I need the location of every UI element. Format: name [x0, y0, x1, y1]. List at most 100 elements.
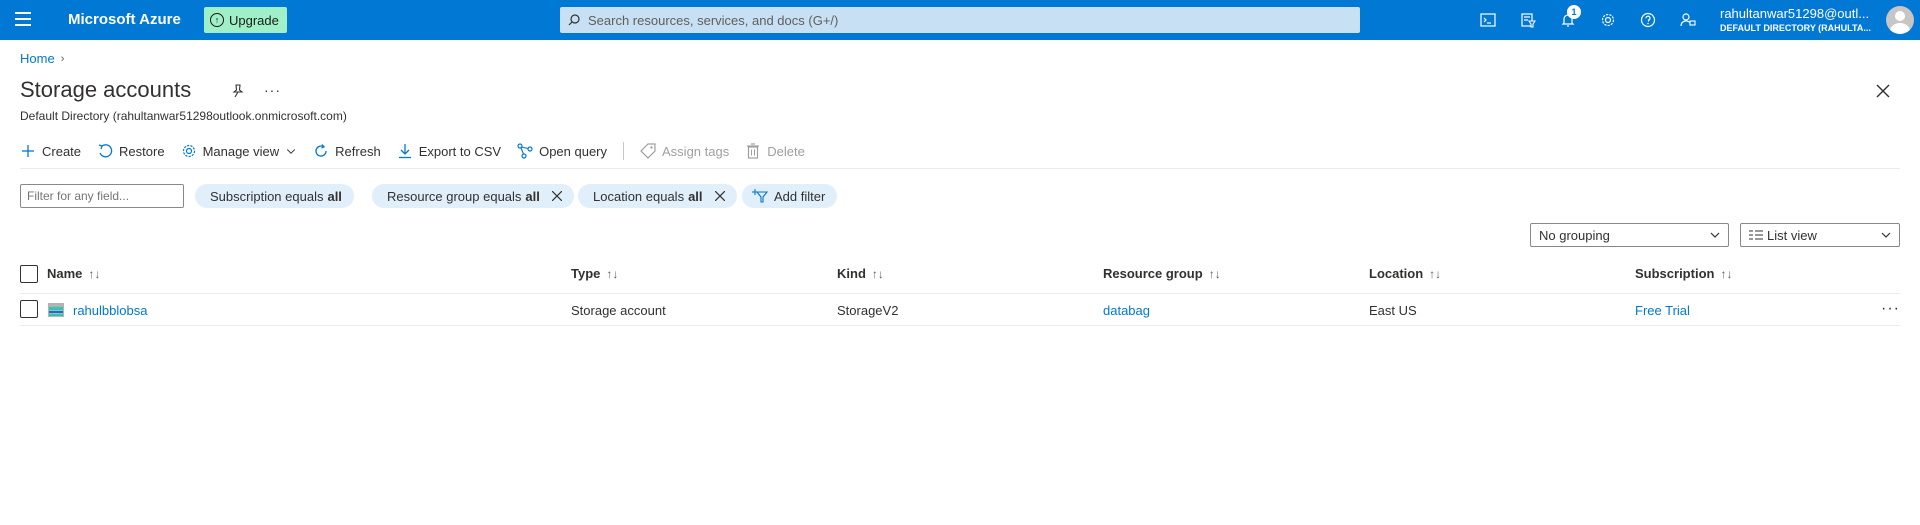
open-query-button[interactable]: Open query: [517, 143, 607, 159]
hamburger-icon[interactable]: [15, 12, 31, 28]
tag-icon: [640, 143, 656, 159]
more-options-icon[interactable]: ···: [264, 82, 281, 98]
column-location-label: Location: [1369, 266, 1424, 281]
toolbar-divider: [623, 142, 625, 160]
column-header-kind[interactable]: Kind ↑↓: [837, 266, 884, 281]
sort-icon: ↑↓: [606, 266, 619, 281]
brand-title[interactable]: Microsoft Azure: [68, 11, 181, 28]
row-subscription-link[interactable]: Free Trial: [1635, 303, 1690, 318]
upgrade-button[interactable]: ↑ Upgrade: [204, 7, 287, 33]
open-query-label: Open query: [539, 143, 608, 159]
manage-view-button[interactable]: Manage view: [181, 143, 298, 159]
chevron-down-icon: [1881, 232, 1891, 238]
notification-badge: 1: [1567, 5, 1581, 19]
create-label: Create: [42, 143, 82, 159]
resource-group-filter-pill[interactable]: Resource group equals all: [372, 184, 574, 208]
restore-label: Restore: [119, 143, 165, 159]
column-header-type[interactable]: Type ↑↓: [571, 266, 618, 281]
top-bar: Microsoft Azure ↑ Upgrade Search resourc…: [0, 0, 1920, 40]
grouping-select[interactable]: No grouping: [1530, 223, 1729, 247]
refresh-label: Refresh: [335, 143, 381, 159]
toolbar-separator-line: [20, 168, 1900, 169]
row-name-link[interactable]: rahulbblobsa: [73, 303, 147, 318]
column-name-label: Name: [47, 266, 83, 281]
view-mode-value: List view: [1767, 227, 1817, 243]
search-icon: [568, 14, 580, 26]
view-mode-select[interactable]: List view: [1740, 223, 1900, 247]
upgrade-label: Upgrade: [229, 12, 279, 28]
top-icons: 1: [1468, 0, 1708, 40]
select-all-checkbox[interactable]: [20, 265, 38, 283]
column-header-resource-group[interactable]: Resource group ↑↓: [1103, 266, 1221, 281]
subscription-filter-pill[interactable]: Subscription equals all: [195, 184, 354, 208]
close-icon[interactable]: [1876, 84, 1890, 98]
sort-icon: ↑↓: [871, 266, 884, 281]
add-filter-icon: [752, 189, 768, 203]
remove-filter-icon[interactable]: [551, 191, 562, 201]
resource-group-filter-prefix: Resource group equals: [387, 188, 522, 204]
table-header: Name ↑↓ Type ↑↓ Kind ↑↓ Resource group ↑…: [20, 262, 1900, 286]
resource-table: Name ↑↓ Type ↑↓ Kind ↑↓ Resource group ↑…: [20, 262, 1900, 326]
location-filter-value: all: [688, 188, 703, 204]
subscription-filter-prefix: Subscription equals: [210, 188, 324, 204]
arrow-up-icon: ↑: [210, 13, 224, 27]
restore-button[interactable]: Restore: [97, 143, 165, 159]
column-type-label: Type: [571, 266, 601, 281]
feedback-icon[interactable]: [1668, 0, 1708, 40]
column-header-subscription[interactable]: Subscription ↑↓: [1635, 266, 1732, 281]
pin-icon[interactable]: [231, 84, 245, 98]
create-button[interactable]: Create: [20, 143, 81, 159]
trash-icon: [747, 143, 760, 159]
column-subscription-label: Subscription: [1635, 266, 1715, 281]
refresh-button[interactable]: Refresh: [313, 143, 381, 159]
delete-button[interactable]: Delete: [745, 143, 805, 159]
avatar[interactable]: [1886, 6, 1914, 34]
undo-icon: [98, 144, 113, 158]
location-filter-pill[interactable]: Location equals all: [578, 184, 737, 208]
chevron-right-icon: ›: [60, 52, 65, 65]
column-resource-group-label: Resource group: [1103, 266, 1203, 281]
help-icon[interactable]: [1628, 0, 1668, 40]
table-row[interactable]: rahulbblobsa Storage account StorageV2 d…: [20, 293, 1900, 326]
add-filter-button[interactable]: Add filter: [742, 184, 838, 208]
account-directory: DEFAULT DIRECTORY (RAHULTA...: [1720, 23, 1871, 33]
manage-view-label: Manage view: [202, 143, 280, 159]
storage-account-icon: [48, 303, 64, 317]
row-resource-group-link[interactable]: databag: [1103, 303, 1150, 318]
export-csv-button[interactable]: Export to CSV: [397, 143, 501, 159]
row-location: East US: [1369, 303, 1417, 318]
download-icon: [398, 144, 411, 159]
cloud-shell-icon[interactable]: [1468, 0, 1508, 40]
refresh-icon: [315, 144, 327, 157]
add-filter-label: Add filter: [774, 188, 826, 204]
delete-label: Delete: [767, 143, 805, 159]
column-kind-label: Kind: [837, 266, 866, 281]
search-placeholder: Search resources, services, and docs (G+…: [588, 12, 839, 28]
query-icon: [517, 143, 533, 159]
row-checkbox[interactable]: [20, 300, 38, 318]
list-view-icon: [1749, 230, 1763, 240]
chevron-down-icon: [287, 149, 296, 154]
command-bar: Create Restore Manage view Refresh Expor…: [20, 141, 821, 161]
gear-icon[interactable]: [1588, 0, 1628, 40]
directory-filter-icon[interactable]: [1508, 0, 1548, 40]
bell-icon[interactable]: 1: [1548, 0, 1588, 40]
breadcrumb-home[interactable]: Home: [20, 51, 55, 66]
row-type: Storage account: [571, 303, 666, 318]
row-more-icon[interactable]: ···: [1881, 300, 1900, 318]
filter-input[interactable]: [20, 184, 184, 208]
sort-icon: ↑↓: [1208, 266, 1221, 281]
gear-icon: [182, 144, 195, 158]
search-input[interactable]: Search resources, services, and docs (G+…: [560, 7, 1360, 33]
assign-tags-button[interactable]: Assign tags: [640, 143, 729, 159]
remove-filter-icon[interactable]: [714, 191, 725, 201]
grouping-value: No grouping: [1539, 227, 1610, 243]
column-header-name[interactable]: Name ↑↓: [47, 266, 100, 281]
resource-group-filter-value: all: [525, 188, 540, 204]
account-info[interactable]: rahultanwar51298@outl... DEFAULT DIRECTO…: [1720, 6, 1880, 33]
assign-tags-label: Assign tags: [662, 143, 730, 159]
subscription-filter-value: all: [327, 188, 342, 204]
page-subtitle: Default Directory (rahultanwar51298outlo…: [20, 109, 347, 123]
sort-icon: ↑↓: [1720, 266, 1733, 281]
column-header-location[interactable]: Location ↑↓: [1369, 266, 1441, 281]
